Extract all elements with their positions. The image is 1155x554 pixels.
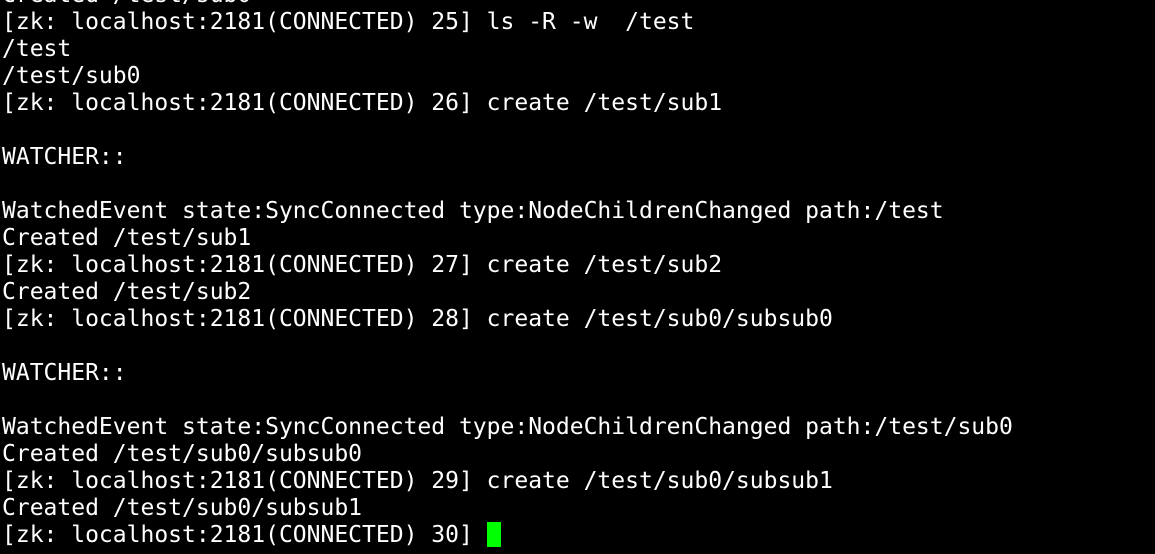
terminal-line: WatchedEvent state:SyncConnected type:No… — [2, 198, 944, 224]
terminal-line: Created /test/sub0/subsub1 — [2, 495, 363, 521]
terminal-line: WatchedEvent state:SyncConnected type:No… — [2, 414, 1013, 440]
terminal-line: [zk: localhost:2181(CONNECTED) 28] creat… — [2, 306, 833, 332]
shell-prompt: [zk: localhost:2181(CONNECTED) 30] — [2, 522, 473, 548]
text-cursor — [486, 522, 501, 547]
terminal-output: Created /test/sub0 [zk: localhost:2181(C… — [2, 0, 1013, 549]
terminal-line: /test — [2, 36, 72, 62]
terminal-line: [zk: localhost:2181(CONNECTED) 26] creat… — [2, 90, 723, 116]
terminal-line: Created /test/sub0/subsub0 — [2, 441, 363, 467]
terminal-line: Created /test/sub0 — [2, 0, 1013, 9]
terminal-window[interactable]: Created /test/sub0 [zk: localhost:2181(C… — [0, 0, 1155, 554]
terminal-line: /test/sub0 — [2, 63, 141, 89]
terminal-line: [zk: localhost:2181(CONNECTED) 27] creat… — [2, 252, 723, 278]
terminal-line: [zk: localhost:2181(CONNECTED) 29] creat… — [2, 468, 833, 494]
terminal-line: Created /test/sub2 — [2, 279, 252, 305]
terminal-line: WATCHER:: — [2, 144, 127, 170]
terminal-line: Created /test/sub1 — [2, 225, 252, 251]
terminal-line: [zk: localhost:2181(CONNECTED) 25] ls -R… — [2, 9, 695, 35]
prompt-line[interactable]: [zk: localhost:2181(CONNECTED) 30] — [2, 522, 1013, 549]
terminal-line: WATCHER:: — [2, 360, 127, 386]
